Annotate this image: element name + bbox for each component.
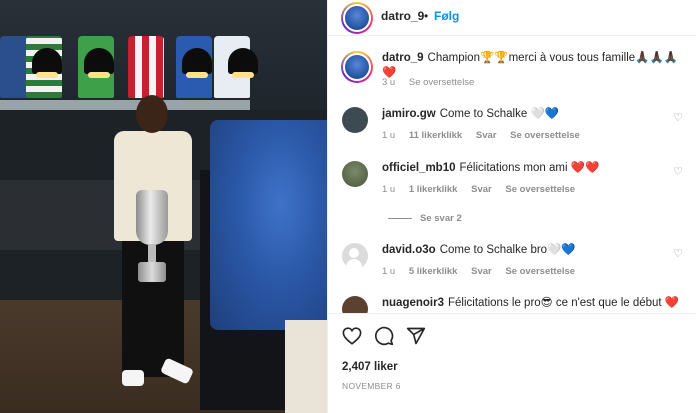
trophy-base	[138, 262, 166, 282]
comment-text: Félicitations le pro😎 ce n'est que le dé…	[447, 297, 680, 309]
comment-meta: 1 u 1 likerklikk Svar Se oversettelse	[382, 184, 586, 195]
comment-row: nuagenoir3 Félicitations le pro😎 ce n'est…	[328, 296, 696, 313]
reply-button[interactable]: Svar	[471, 184, 492, 195]
comment-text-block: officiel_mb10 Félicitations mon ami ❤️❤️	[382, 161, 682, 176]
comment-text-block: nuagenoir3 Félicitations le pro😎 ce n'est…	[382, 296, 682, 311]
caption-username[interactable]: datro_9	[382, 52, 424, 64]
comment-meta: 1 u 5 likerklikk Svar Se oversettelse	[382, 266, 586, 277]
comment-icon[interactable]	[373, 325, 395, 347]
pendant-lamp	[182, 48, 212, 78]
pendant-lamp	[32, 48, 62, 78]
translate-link[interactable]: Se oversettelse	[409, 77, 474, 88]
shoe	[160, 357, 194, 385]
jersey-display	[128, 36, 164, 98]
post-date: NOVEMBER 6	[342, 381, 401, 391]
person	[100, 95, 220, 400]
view-replies-link[interactable]: Se svar 2	[388, 213, 462, 224]
pendant-lamp	[228, 48, 258, 78]
comment-likes[interactable]: 5 likerklikk	[409, 266, 458, 277]
translate-link[interactable]: Se oversettelse	[505, 266, 575, 277]
default-avatar-body	[346, 259, 362, 269]
trophy	[130, 190, 174, 285]
caption-time: 3 u	[382, 77, 396, 88]
comment-likes[interactable]: 1 likerklikk	[409, 184, 458, 195]
box	[285, 320, 327, 413]
post-side-panel: datro_9 • Følg datro_9 Champion🏆🏆merci à …	[327, 0, 696, 413]
heart-icon[interactable]	[341, 325, 363, 347]
comment-like-icon[interactable]: ♡	[673, 165, 683, 178]
comment-row: officiel_mb10 Félicitations mon ami ❤️❤️ …	[328, 161, 696, 231]
comment-username[interactable]: jamiro.gw	[382, 108, 436, 120]
comment-username[interactable]: david.o3o	[382, 244, 436, 256]
pendant-lamp	[84, 48, 114, 78]
share-icon[interactable]	[405, 325, 427, 347]
comment-time: 1 u	[382, 130, 396, 141]
jersey-pile	[210, 120, 327, 330]
comment-like-icon[interactable]: ♡	[673, 247, 683, 260]
caption-avatar[interactable]	[341, 51, 373, 83]
comment-text: Come to Schalke bro🤍💙	[439, 244, 576, 256]
translate-link[interactable]: Se oversettelse	[510, 130, 580, 141]
head	[136, 95, 168, 133]
comments-list[interactable]: datro_9 Champion🏆🏆merci à vous tous famil…	[328, 37, 696, 313]
caption-text: Champion🏆🏆merci à vous tous famille🙏🏿🙏🏿🙏…	[382, 52, 679, 79]
separator-dot: •	[424, 9, 429, 23]
reply-button[interactable]: Svar	[471, 266, 492, 277]
comment-meta: 1 u 11 likerklikk Svar Se oversettelse	[382, 130, 591, 141]
commenter-avatar[interactable]	[342, 107, 368, 133]
comment-text-block: jamiro.gw Come to Schalke 🤍💙	[382, 107, 682, 122]
default-avatar-head	[349, 248, 359, 258]
caption-row: datro_9 Champion🏆🏆merci à vous tous famil…	[328, 51, 696, 91]
translate-link[interactable]: Se oversettelse	[505, 184, 575, 195]
comment-username[interactable]: officiel_mb10	[382, 162, 456, 174]
comment-username[interactable]: nuagenoir3	[382, 297, 444, 309]
follow-button[interactable]: Følg	[434, 9, 459, 23]
commenter-avatar[interactable]	[342, 296, 368, 313]
reply-button[interactable]: Svar	[476, 130, 497, 141]
caption-meta: 3 u Se oversettelse	[382, 77, 485, 88]
comment-likes[interactable]: 11 likerklikk	[409, 130, 462, 141]
view-replies-label[interactable]: Se svar 2	[420, 213, 462, 224]
comment-time: 1 u	[382, 184, 396, 195]
post-photo[interactable]	[0, 0, 327, 413]
comment-text: Félicitations mon ami ❤️❤️	[459, 162, 600, 174]
author-username[interactable]: datro_9	[381, 9, 424, 23]
likes-count[interactable]: 2,407 liker	[342, 361, 398, 373]
comment-text: Come to Schalke 🤍💙	[439, 108, 560, 120]
trophy-cup	[136, 190, 168, 245]
commenter-avatar[interactable]	[342, 243, 368, 269]
comment-like-icon[interactable]: ♡	[673, 111, 683, 124]
replies-divider-line	[388, 217, 412, 219]
shoe	[122, 370, 144, 386]
post-actions: 2,407 liker NOVEMBER 6	[328, 313, 696, 413]
comment-row: jamiro.gw Come to Schalke 🤍💙 1 u 11 liker…	[328, 107, 696, 147]
comment-row: david.o3o Come to Schalke bro🤍💙 1 u 5 lik…	[328, 243, 696, 283]
author-avatar[interactable]	[341, 2, 373, 34]
comment-time: 1 u	[382, 266, 396, 277]
post-header: datro_9 • Følg	[328, 0, 696, 36]
trophy-stem	[148, 244, 156, 264]
comment-text-block: david.o3o Come to Schalke bro🤍💙	[382, 243, 682, 258]
commenter-avatar[interactable]	[342, 161, 368, 187]
